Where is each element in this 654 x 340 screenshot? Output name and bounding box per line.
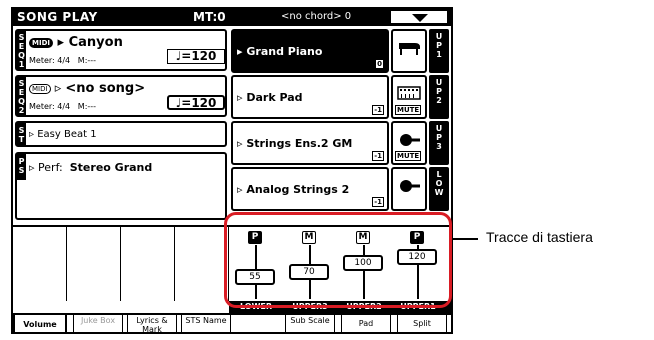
seq2-meter: Meter: 4/4 <box>29 102 71 111</box>
empty-track-slot <box>67 227 121 301</box>
sound-name: ▹ Strings Ens.2 GM <box>237 137 353 150</box>
sound-name: ▸ Grand Piano <box>237 45 323 58</box>
strings-icon <box>400 134 420 146</box>
upper3-icon-button[interactable]: MUTE <box>391 121 427 165</box>
tab-sub-scale[interactable]: Sub Scale <box>285 315 335 332</box>
upper2-icon-button[interactable]: MUTE <box>391 75 427 119</box>
grand-piano-icon <box>399 43 420 55</box>
seq2-tempo[interactable]: ♩=120 <box>167 95 225 110</box>
title-bar: SONG PLAY MT:0 <no chord> 0 <box>13 9 451 26</box>
tab-split[interactable]: Split <box>397 315 447 332</box>
seq1-measure: M:--- <box>77 56 97 65</box>
mute-badge: MUTE <box>395 105 422 115</box>
page-title: SONG PLAY <box>17 10 98 24</box>
sound-name: ▹ Analog Strings 2 <box>237 183 350 196</box>
sound-upper1[interactable]: ▸ Grand Piano 0 <box>231 29 389 73</box>
keyboard-tracks-highlight <box>224 212 452 308</box>
empty-track-slot <box>121 227 175 301</box>
style-name: Easy Beat 1 <box>37 129 97 140</box>
tab-bar: Volume Juke Box Lyrics & Mark STS Name S… <box>13 313 451 332</box>
upper2-side-label: UP2 <box>429 75 449 119</box>
master-transpose: MT:0 <box>193 10 226 24</box>
empty-track-slot <box>175 227 229 301</box>
strings-icon <box>400 180 420 192</box>
seq1-tempo[interactable]: ♩=120 <box>167 49 225 64</box>
play-arrow-icon: ▹ <box>29 161 35 174</box>
seq2-song-name-row: MIDI ▹ <no song> <box>29 81 145 96</box>
seq1-meter: Meter: 4/4 <box>29 56 71 65</box>
tab-lyrics-mark[interactable]: Lyrics & Mark <box>127 315 177 332</box>
callout-line <box>452 238 478 240</box>
chord-display: <no chord> 0 <box>281 11 352 22</box>
seq2-meter-row: Meter: 4/4 M:--- <box>29 102 96 111</box>
page-menu-button[interactable] <box>390 10 448 24</box>
play-arrow-icon: ▸ <box>57 35 65 50</box>
sound-upper2[interactable]: ▹ Dark Pad -1 <box>231 75 389 119</box>
upper3-side-label: UP3 <box>429 121 449 165</box>
tab-sts-name[interactable]: STS Name <box>181 315 231 332</box>
sound-lower[interactable]: ▹ Analog Strings 2 -1 <box>231 167 389 211</box>
seq1-song-name: Canyon <box>68 35 123 50</box>
octave-badge: -1 <box>372 197 384 207</box>
synth-keyboard-icon <box>397 86 421 100</box>
upper1-icon-button[interactable] <box>391 29 427 73</box>
octave-badge: -1 <box>372 105 384 115</box>
tab-volume[interactable]: Volume <box>13 315 67 332</box>
perf-label: Perf: <box>38 161 63 174</box>
play-arrow-icon: ▹ <box>29 129 35 140</box>
seq2-tag: SEQ2 <box>17 77 26 115</box>
midi-icon: MIDI <box>29 37 53 48</box>
seq2-measure: M:--- <box>77 102 97 111</box>
lower-icon-button[interactable] <box>391 167 427 211</box>
empty-track-slot <box>13 227 67 301</box>
callout-label: Tracce di tastiera <box>486 229 593 245</box>
lower-side-label: LOW <box>429 167 449 211</box>
octave-badge: 0 <box>375 59 384 69</box>
sound-upper3[interactable]: ▹ Strings Ens.2 GM -1 <box>231 121 389 165</box>
seq2-panel[interactable]: SEQ2 MIDI ▹ <no song> Meter: 4/4 M:--- ♩… <box>15 75 227 117</box>
perf-name-row: ▹ Perf: Stereo Grand <box>29 161 152 174</box>
tab-jukebox[interactable]: Juke Box <box>73 315 123 332</box>
style-tag: ST <box>17 123 26 145</box>
seq1-meter-row: Meter: 4/4 M:--- <box>29 56 96 65</box>
play-arrow-icon: ▹ <box>54 81 62 96</box>
seq2-song-name: <no song> <box>65 81 146 96</box>
upper1-side-label: UP1 <box>429 29 449 73</box>
style-name-row: ▹ Easy Beat 1 <box>29 129 97 140</box>
seq1-song-name-row: MIDI ▸ Canyon <box>29 35 123 50</box>
style-panel[interactable]: ST ▹ Easy Beat 1 <box>15 121 227 147</box>
perf-tag: PS <box>17 154 26 180</box>
octave-badge: -1 <box>372 151 384 161</box>
seq1-panel[interactable]: SEQ1 MIDI ▸ Canyon Meter: 4/4 M:--- ♩=12… <box>15 29 227 71</box>
sound-name: ▹ Dark Pad <box>237 91 303 104</box>
performance-panel[interactable]: PS ▹ Perf: Stereo Grand <box>15 152 227 220</box>
menu-arrow-icon <box>412 14 428 22</box>
midi-icon: MIDI <box>29 83 51 94</box>
tab-pad[interactable]: Pad <box>341 315 391 332</box>
perf-name: Stereo Grand <box>69 161 153 174</box>
mute-badge: MUTE <box>395 151 422 161</box>
seq1-tag: SEQ1 <box>17 31 26 69</box>
